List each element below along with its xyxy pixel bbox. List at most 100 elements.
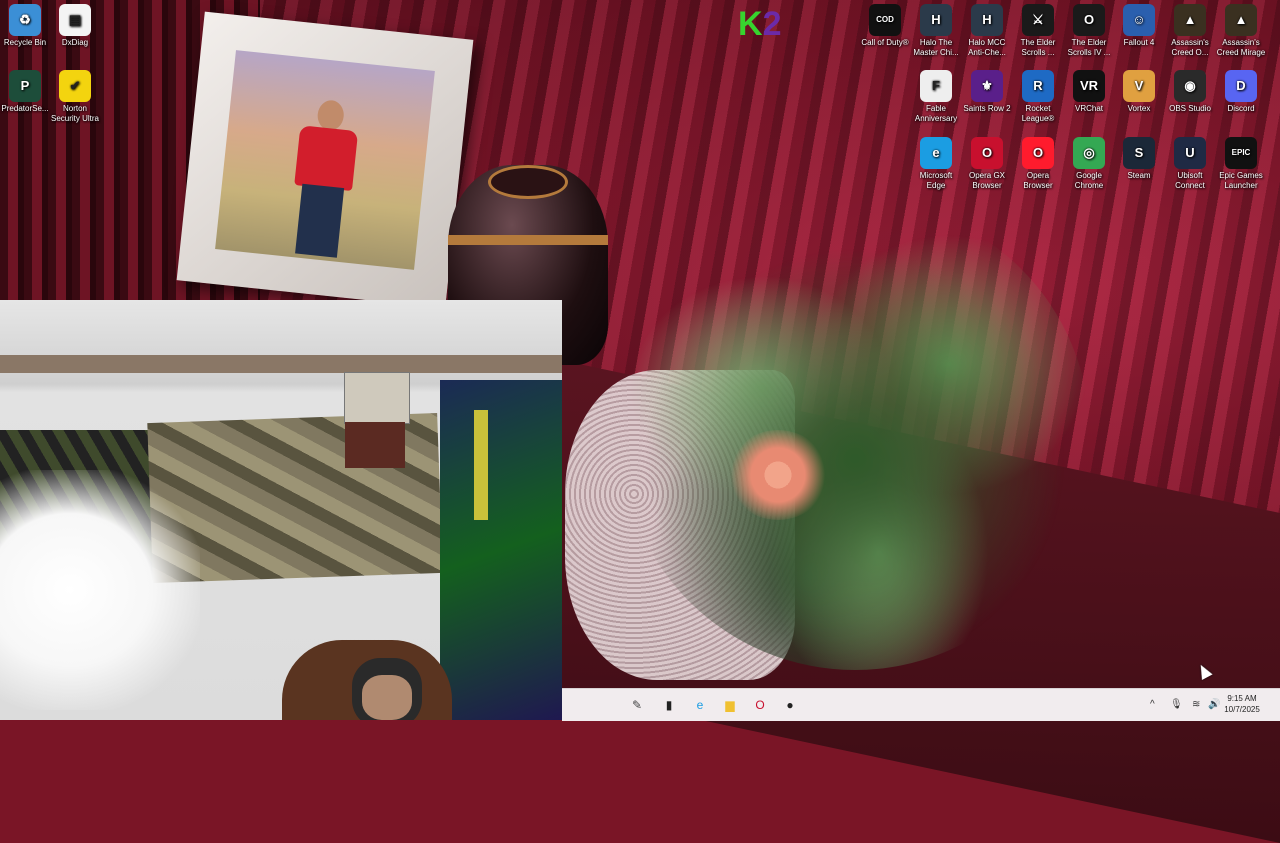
fable-icon: F [920,70,952,102]
desktop-icon-label: OBS Studio [1169,104,1211,113]
urn-lid [488,165,568,199]
chrome-icon: ◎ [1073,137,1105,169]
desktop-icon-label: Steam [1127,171,1151,180]
desktop-icon[interactable]: COD Call of Duty® [860,4,910,48]
vrchat-icon: VR [1073,70,1105,102]
wallpaper-plant [620,200,1090,670]
desktop-icon-label: Call of Duty® [861,38,909,47]
desktop-icon-label: DxDiag [61,38,89,47]
desktop-icon[interactable]: H Halo MCC Anti-Che... [962,4,1012,58]
desktop-icon-label: Epic Games Launcher [1219,171,1263,190]
webcam-wall-box [345,422,405,468]
edge-icon: e [920,137,952,169]
desktop-icon-label: Halo The Master Chi... [913,38,959,57]
desktop-icon[interactable]: O The Elder Scrolls IV ... [1064,4,1114,58]
vortex-icon: V [1123,70,1155,102]
desktop-icon-label: Discord [1227,104,1255,113]
steam-icon: S [1123,137,1155,169]
tray-overflow-chevron-icon[interactable]: ^ [1150,699,1155,710]
logo-k-letter: K [738,5,763,43]
desktop-icon[interactable]: O Opera Browser [1013,137,1063,191]
taskbar-clock[interactable]: 9:15 AM 10/7/2025 [1214,693,1270,715]
desktop-icon-label: Ubisoft Connect [1175,171,1205,190]
assassins-creed-odyssey-icon: ▲ [1174,4,1206,36]
desktop-icon[interactable]: O Opera GX Browser [962,137,1012,191]
call-of-duty-icon: COD [869,4,901,36]
desktop-icon-label: Opera Browser [1023,171,1053,190]
urn-band [448,235,608,245]
ubisoft-icon: U [1174,137,1206,169]
desktop-icon[interactable]: ☺ Fallout 4 [1114,4,1164,48]
desktop-icon[interactable]: R Rocket League® [1013,70,1063,124]
desktop-icon-label: Recycle Bin [3,38,47,47]
wallpaper-photo [215,50,435,270]
desktop-icon[interactable]: U Ubisoft Connect [1165,137,1215,191]
microphone-icon[interactable]: 🎙 [1170,699,1183,710]
desktop-icon[interactable]: VR VRChat [1064,70,1114,114]
desktop-icon-label: VRChat [1074,104,1103,113]
wallpaper-flowers [728,430,828,520]
rocket-league-icon: R [1022,70,1054,102]
halo-mcc-icon: H [920,4,952,36]
taskbar-terminal-icon[interactable]: ▮ [659,695,679,715]
taskbar-pen-icon[interactable]: ✎ [627,695,647,715]
desktop-icon[interactable]: ✔ Norton Security Ultra [50,70,100,124]
desktop-icon[interactable]: ◉ OBS Studio [1165,70,1215,114]
photo-person-legs [295,183,345,258]
taskbar-file-explorer-icon[interactable]: ▆ [720,695,740,715]
oblivion-icon: O [1073,4,1105,36]
taskbar-app-icon[interactable]: ● [780,695,800,715]
taskbar-edge-icon[interactable]: e [690,695,710,715]
discord-icon: D [1225,70,1257,102]
clock-date: 10/7/2025 [1224,705,1260,714]
webcam-overlay [0,300,562,720]
obs-icon: ◉ [1174,70,1206,102]
desktop-icon[interactable]: F Fable Anniversary [911,70,961,124]
webcam-person-face [362,675,412,720]
desktop-icon-label: Fallout 4 [1123,38,1155,47]
desktop-icon[interactable]: ♻ Recycle Bin [0,4,50,48]
desktop-icon[interactable]: V Vortex [1114,70,1164,114]
desktop-icon[interactable]: ▤ DxDiag [50,4,100,48]
desktop-icon[interactable]: S Steam [1114,137,1164,181]
elder-scrolls-icon: ⚔ [1022,4,1054,36]
epic-games-icon: EPIC [1225,137,1257,169]
desktop-icon[interactable]: ⚔ The Elder Scrolls ... [1013,4,1063,58]
desktop-icon[interactable]: ▲ Assassin's Creed Mirage [1216,4,1266,58]
wallpaper-picture-frame [176,11,474,309]
logo-2-digit: 2 [762,5,782,43]
document-icon: ▤ [59,4,91,36]
desktop-icon-label: Norton Security Ultra [50,104,99,123]
predator-icon: P [9,70,41,102]
clock-time: 9:15 AM [1227,694,1257,703]
norton-icon: ✔ [59,70,91,102]
webcam-ceiling-trim [0,355,562,373]
wallpaper-k2-logo: K2 [738,5,781,44]
desktop-icon[interactable]: e Microsoft Edge [911,137,961,191]
desktop-icon[interactable]: ◎ Google Chrome [1064,137,1114,191]
assassins-creed-mirage-icon: ▲ [1225,4,1257,36]
photo-person-shirt [294,125,359,191]
desktop-icon[interactable]: ▲ Assassin's Creed O... [1165,4,1215,58]
taskbar-opera-gx-icon[interactable]: O [750,695,770,715]
desktop-icon[interactable]: P PredatorSe... [0,70,50,114]
webcam-tapestry-right [440,380,562,720]
fallout-icon: ☺ [1123,4,1155,36]
webcam-yellow-ribbon [474,410,488,520]
desktop-icon-label: Fable Anniversary [914,104,958,123]
desktop-icon[interactable]: H Halo The Master Chi... [911,4,961,58]
opera-gx-icon: O [971,137,1003,169]
desktop-icon[interactable]: D Discord [1216,70,1266,114]
desktop-icon-label: The Elder Scrolls ... [1020,38,1056,57]
desktop-icon-label: Saints Row 2 [963,104,1011,113]
desktop-icon-label: Halo MCC Anti-Che... [968,38,1006,57]
saints-row-icon: ⚜ [971,70,1003,102]
halo-anticheat-icon: H [971,4,1003,36]
desktop-icon[interactable]: ⚜ Saints Row 2 [962,70,1012,114]
wifi-icon[interactable]: ≋ [1192,699,1200,710]
desktop-icon[interactable]: EPIC Epic Games Launcher [1216,137,1266,191]
desktop-icon-label: Assassin's Creed O... [1171,38,1209,57]
desktop-icon-label: Vortex [1127,104,1151,113]
desktop-icon-label: Microsoft Edge [919,171,953,190]
desktop-icon-label: Assassin's Creed Mirage [1216,38,1266,57]
